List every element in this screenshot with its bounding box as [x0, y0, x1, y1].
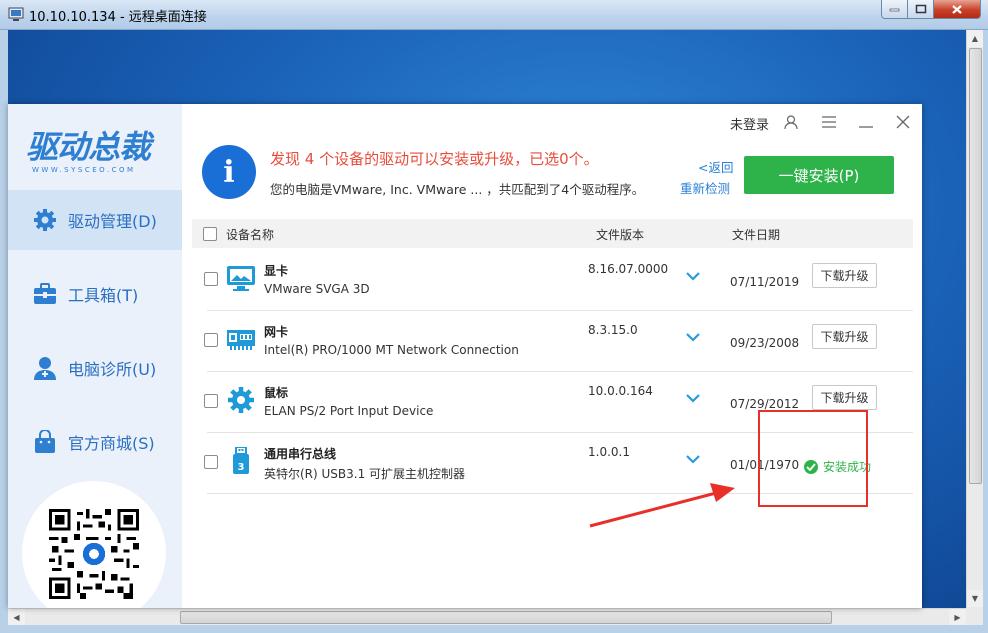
sidebar-item-label: 工具箱(T): [68, 286, 139, 305]
driver-date: 09/23/2008: [730, 336, 800, 350]
driver-version: 10.0.0.164: [588, 384, 653, 398]
driver-app-window: 驱动总裁 WWW.SYSCEO.COM 驱动管理(D) 工具箱(T) 电脑诊所(…: [8, 104, 922, 608]
sidebar: 驱动总裁 WWW.SYSCEO.COM 驱动管理(D) 工具箱(T) 电脑诊所(…: [8, 104, 182, 608]
scroll-left-arrow-icon[interactable]: ◀: [8, 609, 25, 626]
column-header-version: 文件版本: [596, 228, 645, 242]
one-click-install-button[interactable]: 一键安装(P): [744, 156, 894, 194]
minimize-icon: [889, 8, 899, 12]
scan-result-subtitle: 您的电脑是VMware, Inc. VMware ... ，共匹配到了4个驱动程…: [270, 182, 645, 197]
column-header-date: 文件日期: [732, 228, 781, 242]
gear-icon: [32, 207, 58, 233]
back-link[interactable]: <返回: [698, 157, 733, 176]
sidebar-item-label: 官方商城(S): [68, 434, 155, 453]
display-icon: [227, 266, 255, 291]
horizontal-scroll-thumb[interactable]: [180, 611, 832, 624]
chevron-down-icon[interactable]: [686, 271, 700, 281]
scrollbar-corner: [966, 608, 983, 625]
device-name: 网卡: [264, 325, 289, 339]
device-name: 通用串行总线: [264, 447, 337, 461]
download-upgrade-button[interactable]: 下载升级: [812, 385, 877, 410]
row-checkbox[interactable]: [204, 272, 218, 286]
toolbox-icon: [32, 281, 58, 307]
usb-drive-icon: 3: [233, 447, 249, 474]
sidebar-item-driver-management[interactable]: 驱动管理(D): [8, 190, 182, 250]
device-model: ELAN PS/2 Port Input Device: [264, 404, 434, 418]
logo-url: WWW.SYSCEO.COM: [32, 166, 136, 174]
shop-bag-icon: [32, 429, 58, 455]
table-row: 显卡 VMware SVGA 3D 8.16.07.0000 07/11/201…: [192, 249, 913, 310]
rdp-window-title: 10.10.10.134 - 远程桌面连接: [29, 10, 207, 25]
table-row: 网卡 Intel(R) PRO/1000 MT Network Connecti…: [192, 310, 913, 371]
sidebar-item-official-shop[interactable]: 官方商城(S): [8, 412, 182, 472]
sidebar-item-pc-clinic[interactable]: 电脑诊所(U): [8, 338, 182, 398]
svg-text:3: 3: [238, 462, 245, 473]
column-header-name: 设备名称: [226, 228, 275, 242]
scroll-right-arrow-icon[interactable]: ▶: [949, 609, 966, 626]
device-model: 英特尔(R) USB3.1 可扩展主机控制器: [264, 467, 466, 481]
row-checkbox[interactable]: [204, 455, 218, 469]
chevron-down-icon[interactable]: [686, 332, 700, 342]
scroll-down-arrow-icon[interactable]: ▼: [967, 590, 983, 607]
driver-version: 8.16.07.0000: [588, 262, 669, 276]
device-model: VMware SVGA 3D: [264, 282, 370, 296]
chevron-down-icon[interactable]: [686, 454, 700, 464]
menu-icon[interactable]: [819, 112, 839, 132]
user-icon[interactable]: [781, 112, 801, 132]
sidebar-item-toolbox[interactable]: 工具箱(T): [8, 264, 182, 324]
download-upgrade-button[interactable]: 下载升级: [812, 324, 877, 349]
vertical-scrollbar[interactable]: ▲ ▼: [966, 30, 983, 608]
device-name: 显卡: [264, 264, 289, 278]
chevron-down-icon[interactable]: [686, 393, 700, 403]
device-name: 鼠标: [264, 386, 289, 400]
driver-date: 07/29/2012: [730, 397, 800, 411]
doctor-icon: [32, 355, 58, 381]
close-window-button[interactable]: [933, 0, 981, 19]
qr-code-panel: [22, 481, 166, 608]
scan-result-title: 发现 4 个设备的驱动可以安装或升级，已选0个。: [270, 150, 599, 168]
sidebar-item-label: 驱动管理(D): [68, 212, 157, 231]
app-logo: 驱动总裁 WWW.SYSCEO.COM: [26, 122, 176, 182]
login-status[interactable]: 未登录: [730, 114, 769, 133]
remote-desktop-icon: [8, 7, 24, 21]
select-all-checkbox[interactable]: [203, 227, 217, 241]
table-header: 设备名称 文件版本 文件日期: [192, 219, 913, 248]
window-frame-bottom: [0, 625, 988, 633]
driver-date: 07/11/2019: [730, 275, 800, 289]
driver-version: 8.3.15.0: [588, 323, 638, 337]
driver-version: 1.0.0.1: [588, 445, 630, 459]
annotation-highlight-box: [758, 410, 868, 507]
maximize-button[interactable]: [907, 0, 934, 19]
vertical-scroll-thumb[interactable]: [969, 48, 982, 484]
qr-code-icon: [49, 509, 139, 599]
sidebar-item-label: 电脑诊所(U): [68, 360, 157, 379]
maximize-icon: [915, 4, 926, 14]
scroll-up-arrow-icon[interactable]: ▲: [967, 30, 983, 47]
minimize-app-icon[interactable]: [856, 112, 876, 132]
device-model: Intel(R) PRO/1000 MT Network Connection: [264, 343, 519, 357]
close-app-icon[interactable]: [893, 112, 913, 132]
download-upgrade-button[interactable]: 下载升级: [812, 263, 877, 288]
minimize-button[interactable]: [881, 0, 908, 19]
window-frame-left: [0, 30, 8, 633]
info-icon: i: [202, 145, 256, 199]
row-checkbox[interactable]: [204, 394, 218, 408]
gear-device-icon: [228, 387, 254, 413]
close-icon: [952, 4, 962, 14]
rdp-titlebar: 10.10.10.134 - 远程桌面连接: [0, 0, 988, 30]
network-card-icon: [227, 330, 255, 350]
recheck-link[interactable]: 重新检测: [680, 178, 730, 197]
row-checkbox[interactable]: [204, 333, 218, 347]
logo-text: 驱动总裁: [26, 128, 151, 166]
window-frame-right: [983, 30, 988, 633]
horizontal-scrollbar[interactable]: ◀ ▶: [8, 608, 966, 626]
